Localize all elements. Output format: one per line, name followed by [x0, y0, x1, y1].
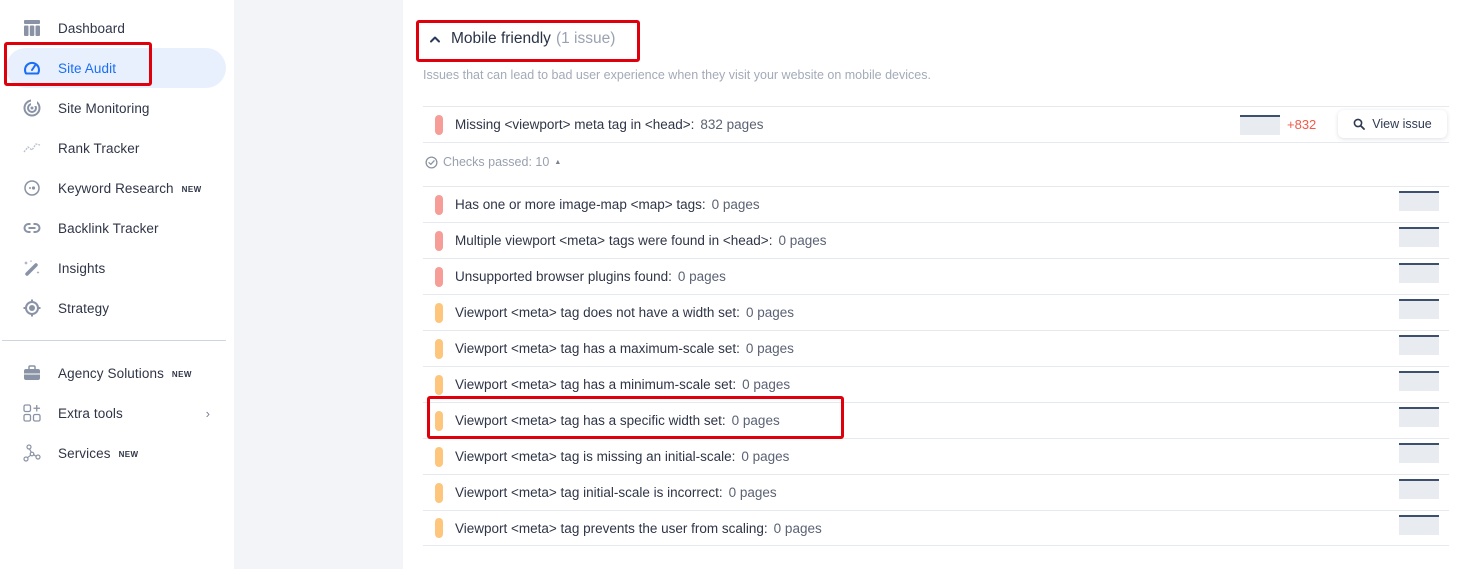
sidebar-item-services[interactable]: Services NEW	[8, 433, 226, 473]
sidebar-item-label: Extra tools	[58, 405, 123, 421]
check-circle-icon	[425, 155, 438, 169]
sidebar-item-label: Site Monitoring	[58, 100, 150, 116]
severity-indicator	[435, 374, 443, 395]
severity-indicator	[435, 482, 443, 503]
check-row: Viewport <meta> tag has a specific width…	[423, 402, 1449, 438]
check-row: Viewport <meta> tag has a maximum-scale …	[423, 330, 1449, 366]
sidebar-item-label: Rank Tracker	[58, 140, 140, 156]
gauge-icon	[22, 58, 42, 78]
sidebar-item-rank-tracker[interactable]: Rank Tracker	[8, 128, 226, 168]
trend-sparkline	[1399, 299, 1439, 319]
trend-sparkline	[1399, 515, 1439, 535]
check-row: Viewport <meta> tag initial-scale is inc…	[423, 474, 1449, 510]
sidebar-item-insights[interactable]: Insights	[8, 248, 226, 288]
issue-row: Missing <viewport> meta tag in <head>: 83…	[423, 106, 1449, 142]
section-title: Mobile friendly	[451, 30, 551, 47]
magic-wand-icon	[22, 258, 42, 278]
check-label: Viewport <meta> tag has a maximum-scale …	[455, 341, 794, 356]
sidebar-item-backlink-tracker[interactable]: Backlink Tracker	[8, 208, 226, 248]
checks-passed-label: Checks passed: 10	[443, 155, 550, 169]
trend-line-icon	[22, 138, 42, 158]
check-row: Unsupported browser plugins found: 0 page…	[423, 258, 1449, 294]
sidebar-item-label: Site Audit	[58, 60, 117, 76]
trend-sparkline	[1399, 407, 1439, 427]
check-label: Multiple viewport <meta> tags were found…	[455, 233, 827, 248]
severity-indicator	[435, 230, 443, 251]
view-issue-button[interactable]: View issue	[1338, 110, 1447, 138]
trend-sparkline	[1399, 191, 1439, 211]
check-row: Has one or more image-map <map> tags: 0 p…	[423, 186, 1449, 222]
trend-sparkline	[1399, 443, 1439, 463]
severity-indicator	[435, 302, 443, 323]
sidebar-item-strategy[interactable]: Strategy	[8, 288, 226, 328]
trend-sparkline	[1399, 335, 1439, 355]
check-label: Has one or more image-map <map> tags: 0 p…	[455, 197, 760, 212]
severity-indicator	[435, 194, 443, 215]
check-row: Viewport <meta> tag has a minimum-scale …	[423, 366, 1449, 402]
sidebar-item-label: Keyword Research NEW	[58, 180, 202, 196]
sidebar-item-agency-solutions[interactable]: Agency Solutions NEW	[8, 353, 226, 393]
view-issue-label: View issue	[1372, 117, 1432, 131]
sidebar-divider	[2, 340, 226, 341]
check-label: Viewport <meta> tag is missing an initia…	[455, 449, 790, 464]
briefcase-icon	[22, 363, 42, 383]
severity-indicator	[435, 446, 443, 467]
sidebar-item-dashboard[interactable]: Dashboard	[8, 8, 226, 48]
check-row: Viewport <meta> tag is missing an initia…	[423, 438, 1449, 474]
row-divider	[423, 142, 1449, 143]
sidebar-item-label: Backlink Tracker	[58, 220, 159, 236]
trend-sparkline	[1399, 263, 1439, 283]
check-label: Unsupported browser plugins found: 0 page…	[455, 269, 726, 284]
severity-indicator	[435, 114, 443, 135]
trend-sparkline	[1399, 479, 1439, 499]
check-row: Viewport <meta> tag does not have a widt…	[423, 294, 1449, 330]
link-icon	[22, 218, 42, 238]
check-label: Viewport <meta> tag does not have a widt…	[455, 305, 794, 320]
search-icon	[1353, 118, 1366, 130]
sidebar-item-keyword-research[interactable]: Keyword Research NEW	[8, 168, 226, 208]
sidebar: Dashboard Site Audit Site Monitoring Ran…	[0, 0, 234, 569]
checks-passed-toggle[interactable]: Checks passed: 10 ▲	[425, 155, 561, 169]
trend-sparkline	[1399, 227, 1439, 247]
sidebar-item-site-audit[interactable]: Site Audit	[6, 48, 226, 88]
new-badge: NEW	[181, 184, 202, 194]
apps-plus-icon	[22, 403, 42, 423]
severity-indicator	[435, 518, 443, 538]
check-label: Viewport <meta> tag initial-scale is inc…	[455, 485, 777, 500]
sidebar-item-label: Strategy	[58, 300, 110, 316]
issue-delta: +832	[1287, 117, 1317, 132]
severity-indicator	[435, 410, 443, 431]
sidebar-item-label: Services NEW	[58, 445, 139, 461]
radar-icon	[22, 98, 42, 118]
severity-indicator	[435, 266, 443, 287]
chevron-up-icon	[428, 32, 442, 46]
new-badge: NEW	[118, 449, 139, 459]
check-label: Viewport <meta> tag prevents the user fr…	[455, 520, 822, 536]
check-row: Multiple viewport <meta> tags were found…	[423, 222, 1449, 258]
check-label: Viewport <meta> tag has a minimum-scale …	[455, 377, 791, 392]
sidebar-item-extra-tools[interactable]: Extra tools ›	[8, 393, 226, 433]
sidebar-item-label: Insights	[58, 260, 106, 276]
main-content: Mobile friendly (1 issue) Issues that ca…	[403, 0, 1476, 569]
section-toggle-mobile-friendly[interactable]: Mobile friendly (1 issue)	[428, 30, 615, 48]
new-badge: NEW	[171, 369, 192, 379]
trend-sparkline	[1399, 371, 1439, 391]
section-issue-count: (1 issue)	[555, 30, 616, 47]
section-description: Issues that can lead to bad user experie…	[423, 68, 931, 82]
nodes-icon	[22, 443, 42, 463]
keyword-icon	[22, 178, 42, 198]
check-label: Viewport <meta> tag has a specific width…	[455, 413, 780, 428]
target-icon	[22, 298, 42, 318]
sidebar-item-site-monitoring[interactable]: Site Monitoring	[8, 88, 226, 128]
content-gutter	[234, 0, 403, 569]
trend-sparkline	[1240, 114, 1280, 135]
sidebar-item-label: Dashboard	[58, 20, 125, 36]
severity-indicator	[435, 338, 443, 359]
issue-label: Missing <viewport> meta tag in <head>: 83…	[455, 117, 764, 132]
sidebar-item-label: Agency Solutions NEW	[58, 365, 192, 381]
chevron-right-icon: ›	[205, 405, 210, 421]
check-row: Viewport <meta> tag prevents the user fr…	[423, 510, 1449, 546]
dashboard-icon	[22, 18, 42, 38]
caret-up-icon: ▲	[554, 158, 562, 166]
